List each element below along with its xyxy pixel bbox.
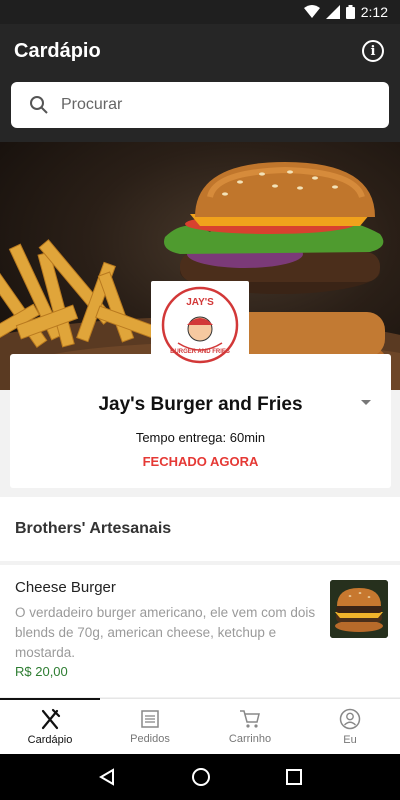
recents-icon[interactable] — [286, 769, 303, 785]
cart-icon — [240, 709, 260, 728]
product-name: Cheese Burger — [15, 579, 116, 596]
signal-icon — [325, 5, 340, 19]
info-icon[interactable]: i — [362, 40, 384, 62]
system-navigation-bar — [0, 754, 400, 800]
tab-cardapio[interactable]: Cardápio — [0, 698, 100, 754]
home-icon[interactable] — [191, 767, 211, 787]
wifi-icon — [303, 5, 320, 18]
store-name: Jay's Burger and Fries — [98, 394, 303, 415]
tab-pedidos[interactable]: Pedidos — [100, 699, 200, 754]
app-bar: Cardápio i — [0, 24, 400, 78]
dropdown-icon[interactable] — [361, 400, 371, 405]
tab-eu[interactable]: Eu — [300, 699, 400, 754]
search-bar — [0, 78, 400, 142]
search-box[interactable] — [11, 82, 389, 128]
store-logo: JAY'S BURGER AND FRIES — [151, 281, 249, 369]
tab-label: Cardápio — [27, 733, 73, 746]
product-description: O verdadeiro burger americano, ele vem c… — [15, 605, 316, 660]
tab-label: Pedidos — [130, 732, 170, 745]
store-info-card: Jay's Burger and Fries Tempo entrega: 60… — [10, 354, 391, 488]
battery-icon — [345, 5, 355, 19]
product-image — [330, 580, 388, 638]
tab-label: Carrinho — [228, 732, 272, 745]
svg-text:JAY'S: JAY'S — [186, 297, 214, 308]
user-icon — [339, 708, 361, 729]
fork-knife-icon — [41, 708, 61, 729]
page-title: Cardápio — [14, 39, 101, 62]
delivery-time: Tempo entrega: 60min — [135, 430, 266, 445]
tab-label: Eu — [343, 733, 357, 746]
status-bar: 2:12 — [0, 0, 400, 24]
product-price: R$ 20,00 — [15, 664, 68, 679]
search-input[interactable] — [61, 96, 361, 114]
menu-section-title[interactable]: Brothers' Artesanais — [0, 497, 400, 561]
status-time: 2:12 — [360, 4, 388, 20]
back-icon[interactable] — [98, 768, 116, 786]
svg-text:BURGER AND FRIES: BURGER AND FRIES — [170, 349, 230, 355]
bottom-navigation: Cardápio Pedidos Carrinho Eu — [0, 698, 400, 754]
list-icon — [141, 709, 159, 728]
search-icon — [30, 96, 48, 114]
list-item[interactable]: Cheese Burger O verdadeiro burger americ… — [0, 565, 400, 697]
tab-carrinho[interactable]: Carrinho — [200, 699, 300, 754]
store-status: FECHADO AGORA — [142, 454, 259, 469]
